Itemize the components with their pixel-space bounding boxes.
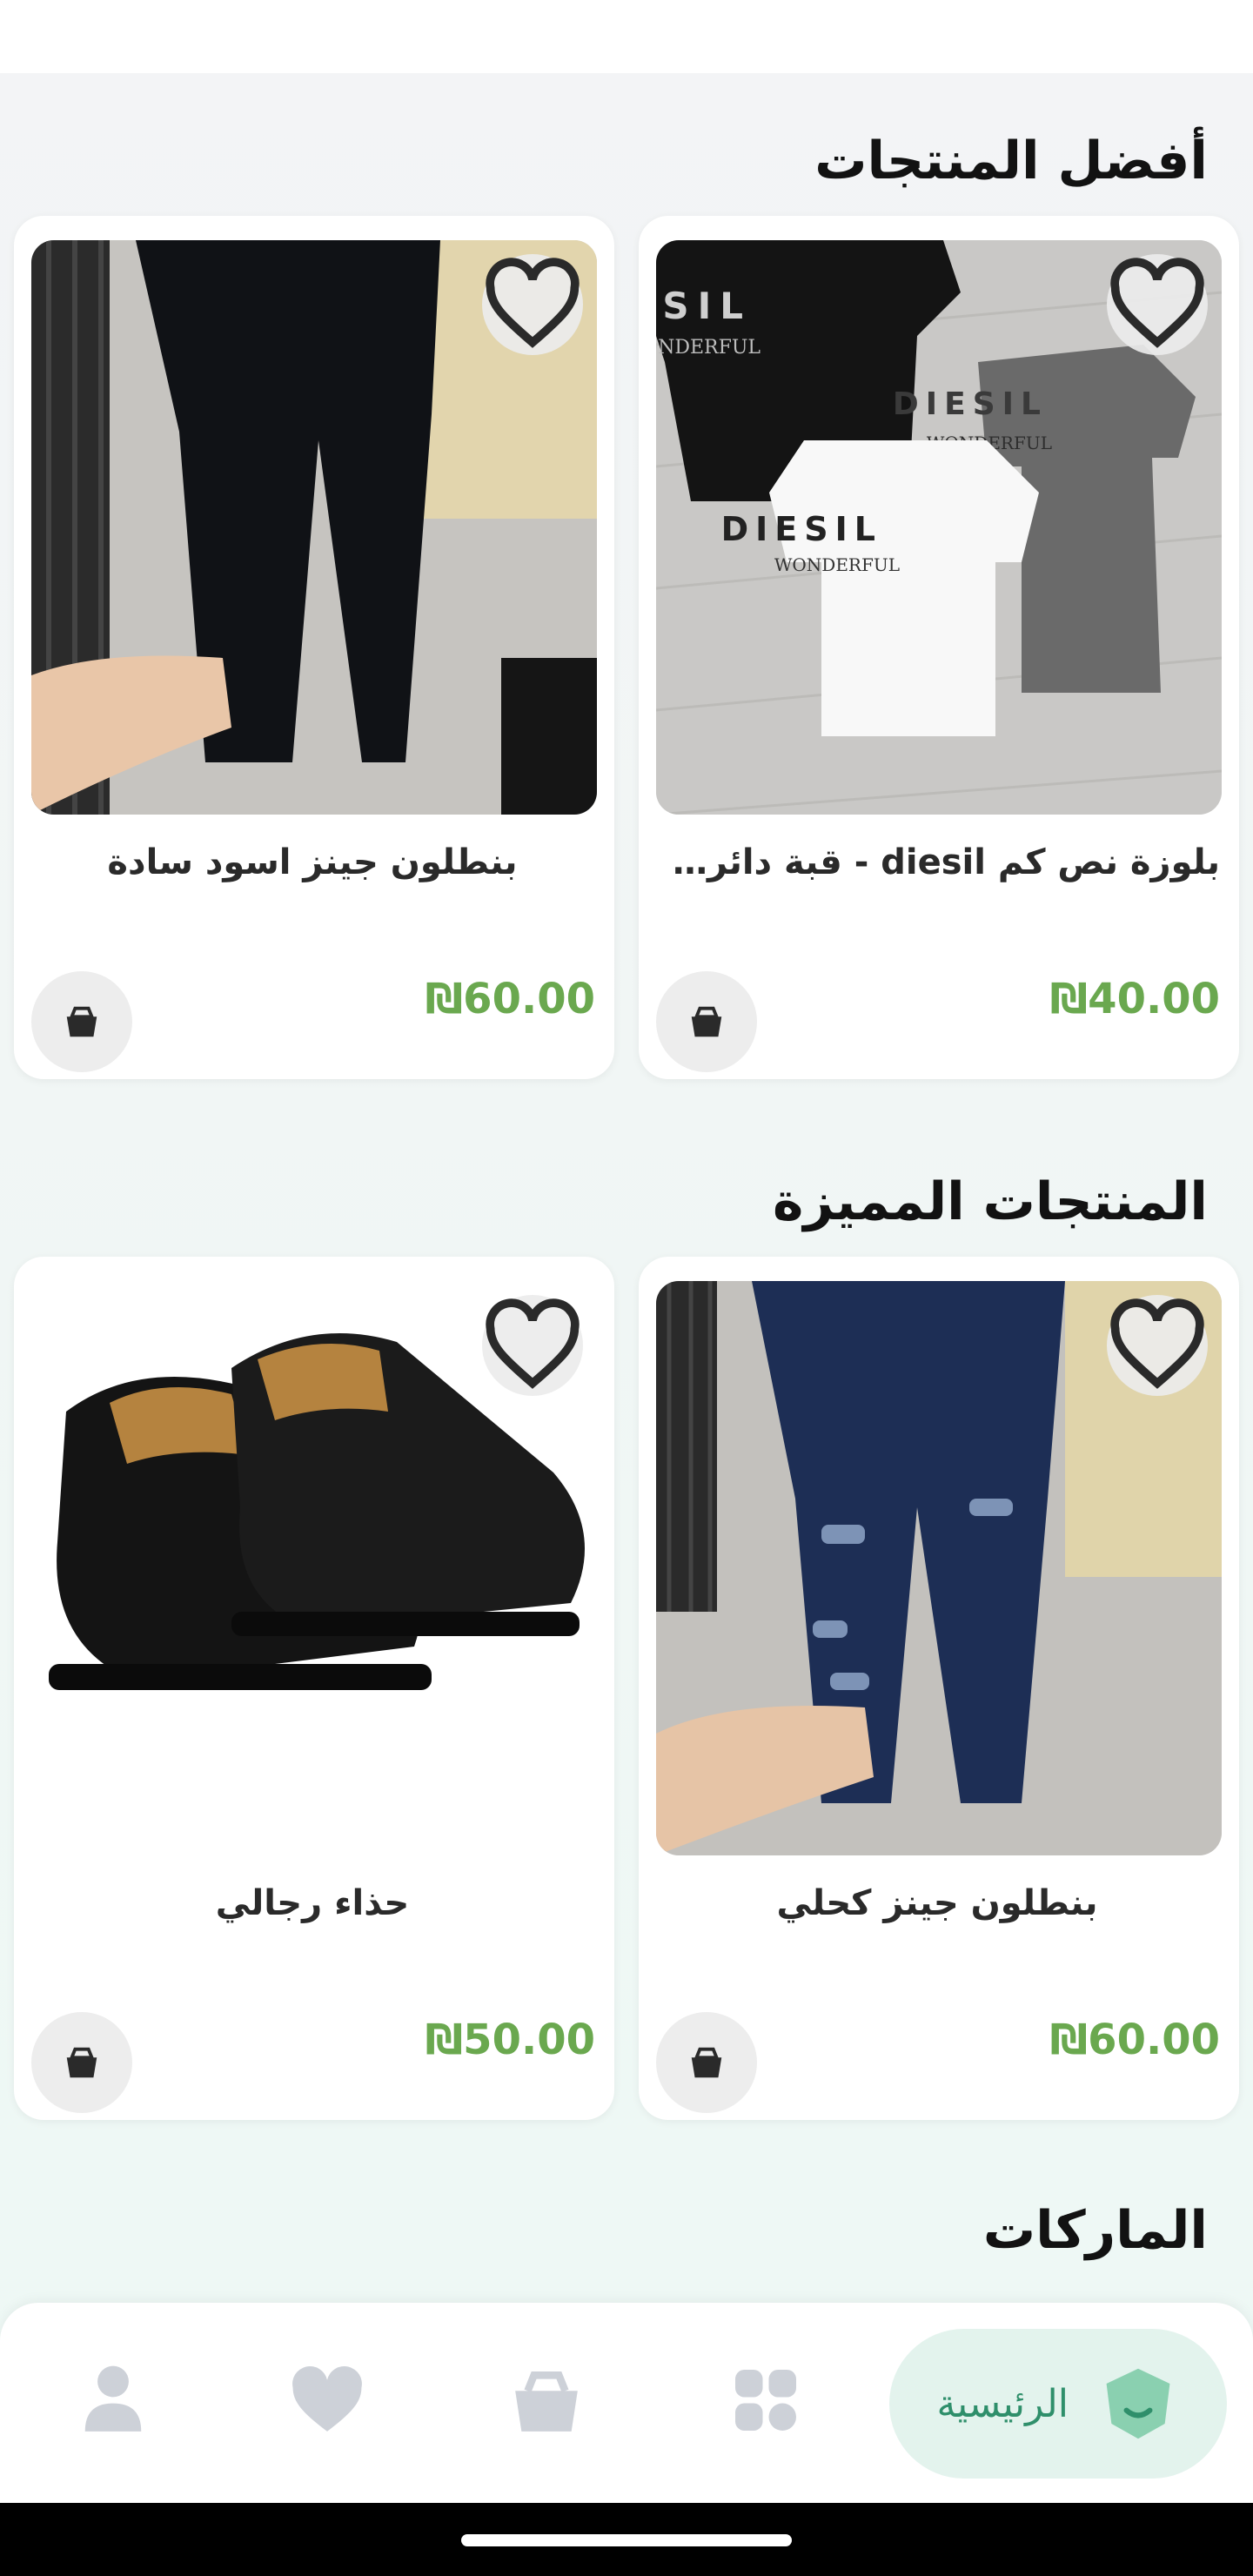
nav-item-profile[interactable] bbox=[70, 2357, 157, 2444]
favorite-button[interactable] bbox=[1107, 1295, 1208, 1396]
basket-icon bbox=[691, 2047, 722, 2078]
top-bar bbox=[0, 0, 1253, 73]
product-image[interactable] bbox=[31, 240, 597, 815]
product-name[interactable]: بنطلون جينز كحلي bbox=[654, 1883, 1220, 1923]
add-to-cart-button[interactable] bbox=[31, 971, 132, 1072]
product-image[interactable]: DIESIL WONDERFUL DIESIL WONDERFUL DIESIL… bbox=[656, 240, 1222, 815]
basket-icon bbox=[691, 1006, 722, 1037]
product-card[interactable]: بنطلون جينز كحلي ₪60.00 bbox=[639, 1257, 1239, 2120]
favorite-button[interactable] bbox=[482, 254, 583, 355]
product-card[interactable]: حذاء رجالي ₪50.00 bbox=[14, 1257, 614, 2120]
categories-icon bbox=[735, 2370, 796, 2431]
nav-item-favorites[interactable] bbox=[284, 2357, 371, 2444]
svg-text:DIESIL: DIESIL bbox=[721, 510, 882, 548]
section-title-brands: الماركات bbox=[982, 2200, 1208, 2261]
nav-home-label: الرئيسية bbox=[936, 2381, 1069, 2426]
svg-text:DIESIL: DIESIL bbox=[893, 386, 1048, 422]
product-price: ₪60.00 bbox=[425, 975, 595, 1023]
favorite-button[interactable] bbox=[1107, 254, 1208, 355]
home-indicator[interactable] bbox=[461, 2534, 792, 2546]
section-title-best-products: أفضل المنتجات bbox=[814, 131, 1208, 191]
product-price: ₪60.00 bbox=[1049, 2016, 1220, 2064]
heart-icon bbox=[486, 258, 580, 348]
product-image[interactable] bbox=[656, 1281, 1222, 1855]
cart-icon bbox=[515, 2371, 578, 2432]
nav-item-categories[interactable] bbox=[722, 2357, 809, 2444]
heart-icon bbox=[486, 1298, 580, 1389]
section-title-featured-products: المنتجات المميزة bbox=[772, 1171, 1208, 1232]
product-name[interactable]: بلوزة نص كم diesil - قبة دائري... bbox=[654, 842, 1220, 882]
product-price: ₪50.00 bbox=[425, 2016, 595, 2064]
svg-text:WONDERFUL: WONDERFUL bbox=[656, 337, 761, 359]
product-name[interactable]: بنطلون جينز اسود سادة bbox=[30, 842, 595, 882]
nav-item-home[interactable]: الرئيسية bbox=[889, 2329, 1227, 2479]
product-name[interactable]: حذاء رجالي bbox=[30, 1883, 595, 1923]
product-image[interactable] bbox=[31, 1281, 597, 1855]
heart-icon bbox=[1110, 1298, 1204, 1389]
add-to-cart-button[interactable] bbox=[656, 971, 757, 1072]
svg-text:WONDERFUL: WONDERFUL bbox=[774, 554, 900, 575]
nav-item-cart[interactable] bbox=[503, 2357, 590, 2444]
basket-icon bbox=[66, 1006, 97, 1037]
product-card[interactable]: بنطلون جينز اسود سادة ₪60.00 bbox=[14, 216, 614, 1079]
basket-icon bbox=[66, 2047, 97, 2078]
home-icon bbox=[1106, 2368, 1170, 2439]
favorite-button[interactable] bbox=[482, 1295, 583, 1396]
bottom-navigation: الرئيسية bbox=[0, 2303, 1253, 2503]
add-to-cart-button[interactable] bbox=[31, 2012, 132, 2113]
product-price: ₪40.00 bbox=[1049, 975, 1220, 1023]
profile-icon bbox=[84, 2365, 142, 2432]
product-card[interactable]: DIESIL WONDERFUL DIESIL WONDERFUL DIESIL… bbox=[639, 216, 1239, 1079]
heart-icon bbox=[1110, 258, 1204, 348]
heart-icon bbox=[292, 2365, 362, 2432]
add-to-cart-button[interactable] bbox=[656, 2012, 757, 2113]
svg-text:DIESIL: DIESIL bbox=[656, 285, 752, 327]
